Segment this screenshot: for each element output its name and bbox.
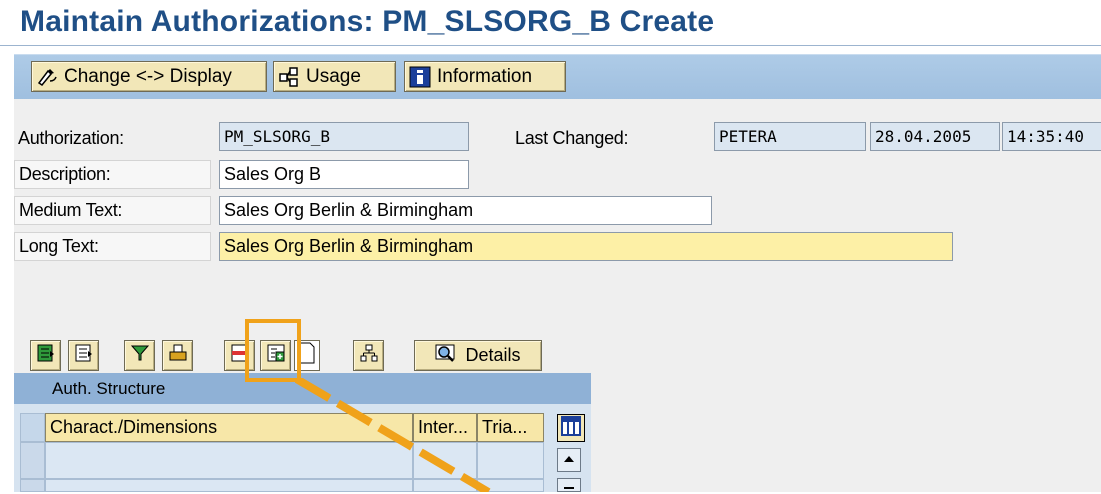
long-text-field[interactable]: Sales Org Berlin & Birmingham [219,232,953,261]
application-toolbar: Change <-> Display Usage Information [14,54,1101,100]
details-label: Details [465,345,521,365]
filter-button[interactable] [124,340,155,371]
change-display-label: Change <-> Display [64,66,232,87]
deselect-all-button[interactable] [68,340,99,371]
information-icon [409,66,431,88]
page-title: Maintain Authorizations: PM_SLSORG_B Cre… [20,5,715,38]
last-changed-date-field: 28.04.2005 [870,122,1000,151]
change-display-button[interactable]: Change <-> Display [31,61,267,92]
authorization-field: PM_SLSORG_B [219,122,469,151]
hierarchy-icon [359,343,379,368]
scroll-down-button[interactable] [557,478,581,492]
print-button[interactable] [162,340,193,371]
scroll-down-icon [563,482,575,494]
details-icon [435,343,457,368]
row-selector[interactable] [20,442,45,479]
information-button[interactable]: Information [404,61,566,92]
row-selector[interactable] [20,479,45,492]
select-all-button[interactable] [30,340,61,371]
last-changed-label: Last Changed: [515,128,629,148]
select-all-rows-cell[interactable] [20,413,45,442]
information-label: Information [437,66,533,87]
column-config-icon [561,415,581,441]
filter-icon [130,343,150,368]
change-display-icon [36,66,58,88]
column-config-button[interactable] [557,414,585,442]
hierarchy-button[interactable] [353,340,384,371]
authorization-label: Authorization: [18,128,124,148]
description-field[interactable]: Sales Org B [219,160,469,189]
usage-button[interactable]: Usage [273,61,396,92]
annotation-arrow [295,378,491,492]
last-changed-time-field: 14:35:40 [1002,122,1101,151]
insert-row-highlight [245,319,301,382]
description-label: Description: [14,160,211,189]
details-button[interactable]: Details [414,340,542,371]
print-icon [168,343,188,368]
deselect-all-icon [74,343,94,368]
scroll-up-button[interactable] [557,448,581,472]
long-text-label: Long Text: [14,232,211,261]
medium-text-label: Medium Text: [14,196,211,225]
usage-icon [278,66,300,88]
medium-text-field[interactable]: Sales Org Berlin & Birmingham [219,196,712,225]
title-divider [0,45,1101,46]
usage-label: Usage [306,66,361,87]
last-changed-user-field: PETERA [714,122,866,151]
select-all-icon [36,343,56,368]
scroll-up-icon [563,454,575,466]
